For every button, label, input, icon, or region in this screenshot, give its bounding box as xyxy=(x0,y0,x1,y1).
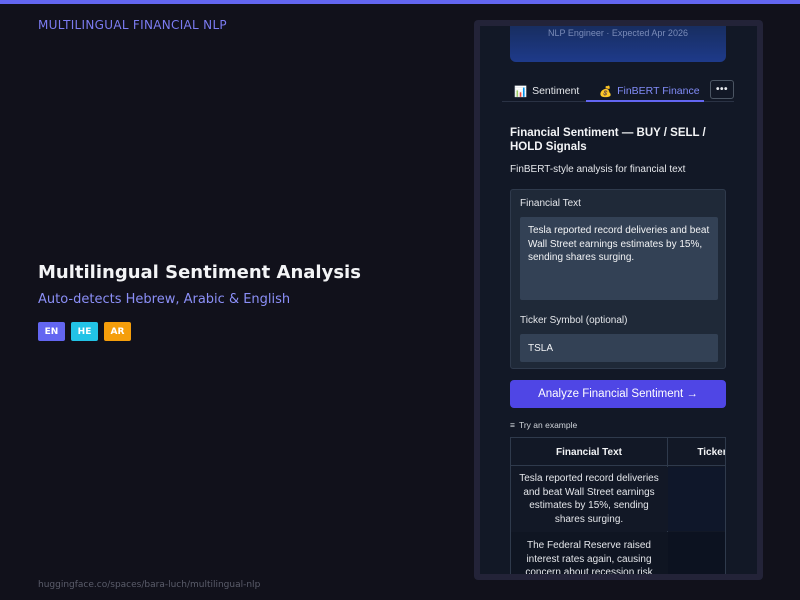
example-ticker-cell xyxy=(668,532,725,574)
tab-label: FinBERT Finance xyxy=(617,85,700,97)
table-row[interactable]: Tesla reported record deliveries and bea… xyxy=(511,467,725,531)
badge-en: EN xyxy=(38,322,65,341)
list-icon: ≡ xyxy=(510,420,515,430)
tab-bar: 📊 Sentiment 💰 FinBERT Finance xyxy=(502,80,734,102)
hero-title: Multilingual Sentiment Analysis xyxy=(38,262,361,283)
examples-label: ≡ Try an example xyxy=(510,420,577,430)
table-row[interactable]: The Federal Reserve raised interest rate… xyxy=(511,532,725,574)
more-tabs-button[interactable]: ••• xyxy=(710,80,734,99)
header-ticker: Ticker Sy xyxy=(697,446,726,458)
examples-label-text: Try an example xyxy=(518,420,578,430)
tab-sentiment[interactable]: 📊 Sentiment xyxy=(514,80,579,102)
footer-url: huggingface.co/spaces/bara-luch/multilin… xyxy=(38,580,261,590)
top-accent-bar xyxy=(0,0,800,4)
badge-ar: AR xyxy=(104,322,131,341)
table-header: Financial Text Ticker Sy xyxy=(511,438,726,466)
input-form: Financial Text Tesla reported record del… xyxy=(510,189,726,369)
ticker-label: Ticker Symbol (optional) xyxy=(520,315,628,326)
active-tab-indicator xyxy=(586,100,704,102)
header-financial-text: Financial Text xyxy=(556,446,622,458)
app-screen: NLP Engineer · Expected Apr 2026 📊 Senti… xyxy=(480,26,757,574)
examples-table: Financial Text Ticker Sy Tesla reported … xyxy=(510,437,726,574)
analyze-button[interactable]: Analyze Financial Sentiment → xyxy=(510,380,726,408)
financial-text-label: Financial Text xyxy=(520,198,581,209)
example-text-cell: The Federal Reserve raised interest rate… xyxy=(525,540,653,574)
hero-subtitle: Auto-detects Hebrew, Arabic & English xyxy=(38,292,291,307)
example-text-cell: Tesla reported record deliveries and bea… xyxy=(519,473,659,525)
section-title: Financial Sentiment — BUY / SELL / HOLD … xyxy=(510,127,706,153)
example-ticker-cell xyxy=(668,467,725,531)
language-badges: EN HE AR xyxy=(38,322,131,341)
profile-line: NLP Engineer · Expected Apr 2026 xyxy=(548,28,688,38)
tab-label: Sentiment xyxy=(532,85,580,97)
money-bag-icon: 💰 xyxy=(599,85,613,98)
financial-text-input[interactable]: Tesla reported record deliveries and bea… xyxy=(520,217,718,300)
phone-frame: NLP Engineer · Expected Apr 2026 📊 Senti… xyxy=(474,20,763,580)
badge-he: HE xyxy=(71,322,98,341)
profile-card: NLP Engineer · Expected Apr 2026 xyxy=(510,26,726,62)
chart-icon: 📊 xyxy=(514,85,528,98)
ticker-input[interactable] xyxy=(520,334,718,362)
brand-label: MULTILINGUAL FINANCIAL NLP xyxy=(38,18,227,32)
tab-finbert-finance[interactable]: 💰 FinBERT Finance xyxy=(599,80,700,102)
section-description: FinBERT-style analysis for financial tex… xyxy=(510,164,686,175)
